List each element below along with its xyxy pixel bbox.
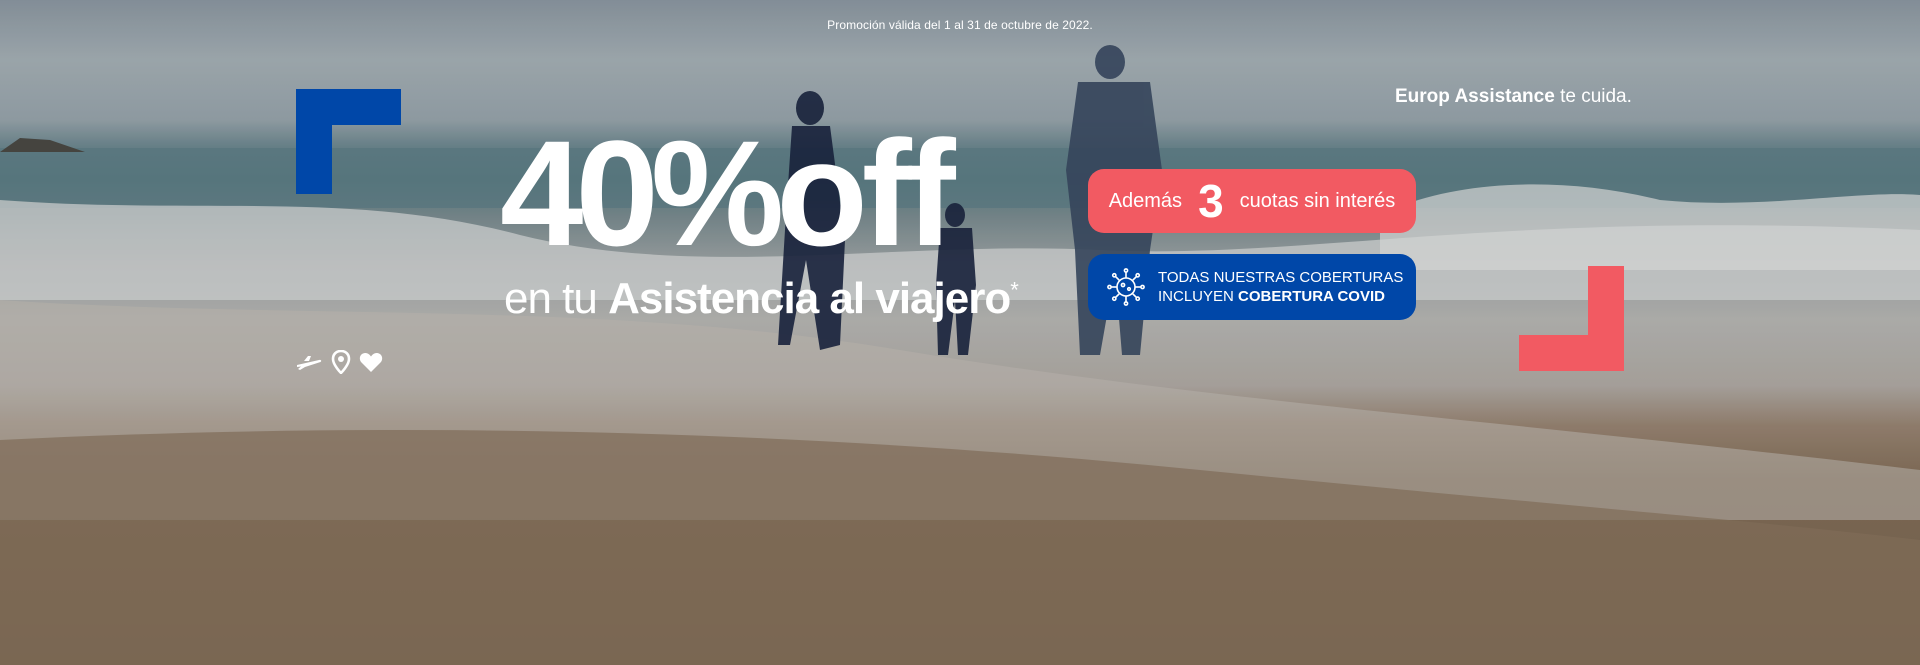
travel-icons [295, 350, 383, 374]
subtitle-asterisk: * [1010, 277, 1019, 303]
hero-banner[interactable]: Promoción válida del 1 al 31 de octubre … [0, 0, 1920, 665]
brand-name: Europ Assistance [1395, 86, 1555, 107]
installments-prefix: Además [1108, 189, 1183, 212]
covid-line-2: INCLUYEN COBERTURA COVID [1158, 287, 1403, 306]
subtitle-product: Asistencia al viajero [608, 274, 1011, 323]
discount-off: off [776, 109, 956, 277]
virus-icon [1107, 268, 1145, 306]
brand-tagline-text: te cuida. [1554, 86, 1632, 107]
discount-percent: 40% [500, 109, 784, 277]
subtitle-prefix: en tu [504, 274, 609, 323]
beach-background-image [0, 0, 1920, 665]
covid-line-2-prefix: INCLUYEN [1158, 288, 1239, 305]
covid-line-2-strong: COBERTURA COVID [1238, 288, 1385, 305]
blue-corner-bracket-vertical [296, 89, 332, 194]
heart-icon [359, 352, 383, 372]
headline-subtitle: en tu Asistencia al viajero* [504, 274, 1019, 324]
installments-suffix: cuotas sin interés [1239, 189, 1396, 212]
airplane-icon [297, 356, 322, 370]
red-corner-bracket-vertical [1588, 266, 1624, 371]
installments-badge[interactable]: Además 3 cuotas sin interés [1088, 169, 1416, 233]
promo-validity-text: Promoción válida del 1 al 31 de octubre … [827, 18, 1093, 32]
brand-tagline: Europ Assistance te cuida. [1395, 86, 1632, 108]
covid-line-1: TODAS NUESTRAS COBERTURAS [1158, 269, 1404, 286]
covid-coverage-text: TODAS NUESTRAS COBERTURAS INCLUYEN COBER… [1158, 268, 1403, 306]
covid-coverage-badge[interactable]: TODAS NUESTRAS COBERTURAS INCLUYEN COBER… [1088, 254, 1416, 320]
installments-number: 3 [1198, 175, 1224, 227]
location-pin-icon [331, 350, 351, 374]
discount-headline: 40%off [500, 118, 956, 268]
